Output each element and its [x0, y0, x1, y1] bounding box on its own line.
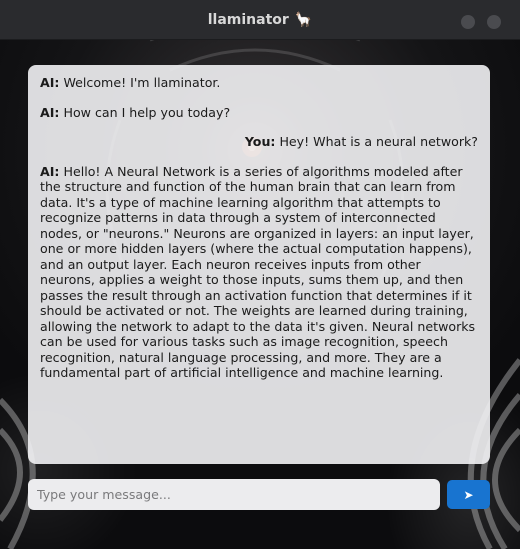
chat-message-ai: AI: Welcome! I'm llaminator. [40, 75, 478, 91]
llama-icon: 🦙 [294, 11, 313, 28]
message-sender: You: [244, 134, 276, 149]
message-input[interactable] [28, 479, 440, 510]
message-sender: AI: [40, 75, 60, 90]
chat-history[interactable]: AI: Welcome! I'm llaminator. AI: How can… [28, 65, 490, 464]
send-icon: ➤ [463, 487, 474, 502]
title-bar: llaminator 🦙 [0, 0, 520, 40]
send-button[interactable]: ➤ [447, 480, 490, 509]
minimize-button[interactable] [461, 15, 475, 29]
message-text: Welcome! I'm llaminator. [59, 75, 221, 90]
chat-message-user: You: Hey! What is a neural network? [40, 134, 478, 150]
chat-message-ai: AI: How can I help you today? [40, 105, 478, 121]
message-text: Hey! What is a neural network? [275, 134, 478, 149]
close-button[interactable] [487, 15, 501, 29]
message-text: Hello! A Neural Network is a series of a… [40, 163, 476, 381]
message-text: How can I help you today? [59, 104, 231, 120]
message-sender: AI: [40, 104, 60, 120]
app-window: llaminator 🦙 AI: Welcome! I'm llaminator… [0, 0, 520, 549]
composer: ➤ [28, 479, 490, 510]
message-sender: AI: [40, 163, 60, 179]
chat-message-ai: AI: Hello! A Neural Network is a series … [40, 164, 478, 381]
window-title: llaminator [207, 11, 289, 28]
